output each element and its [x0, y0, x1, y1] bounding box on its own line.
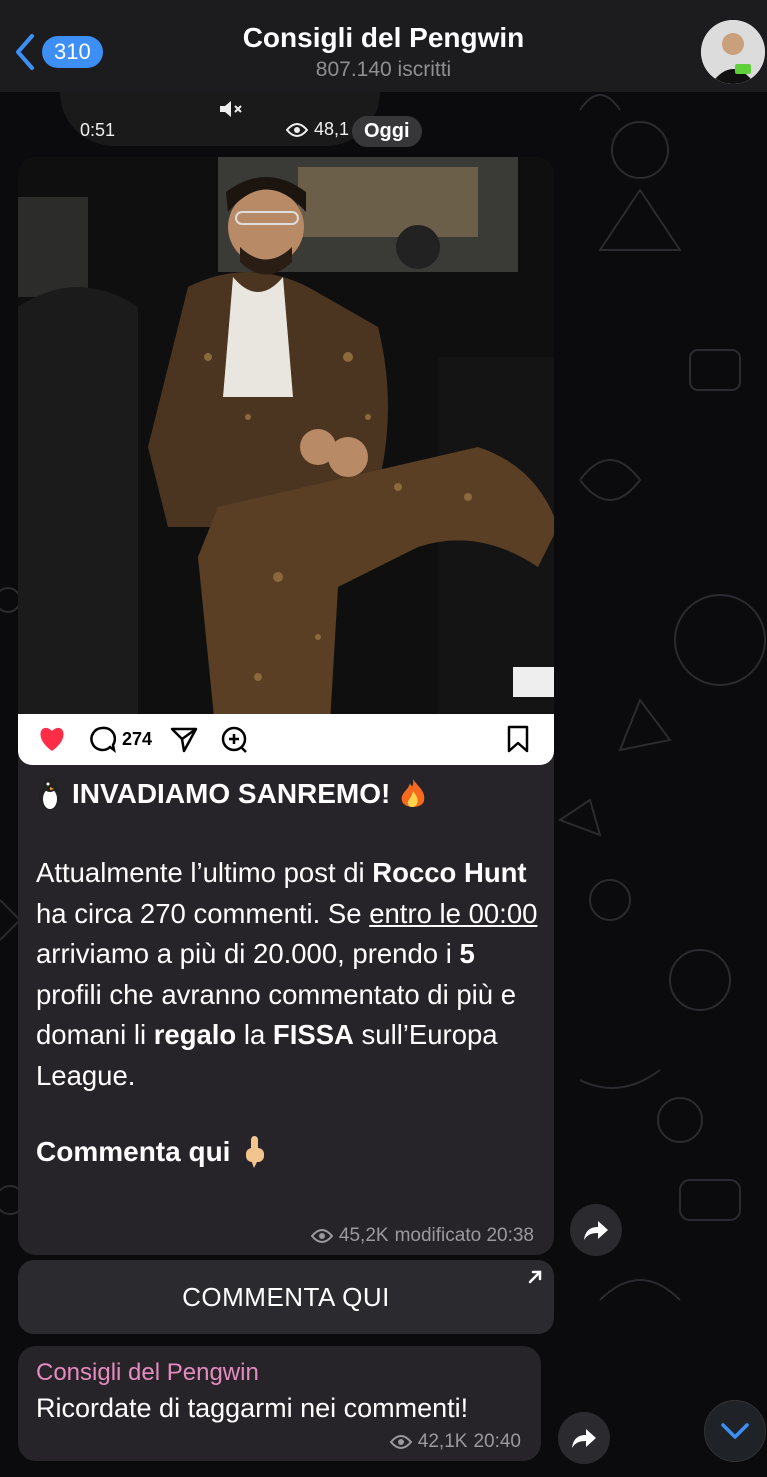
- second-post-time: 20:40: [473, 1431, 521, 1452]
- post-meta: 45,2K modificato 20:38: [310, 1225, 534, 1247]
- comment-icon[interactable]: [88, 725, 116, 753]
- forward-button-2[interactable]: [558, 1412, 610, 1464]
- second-post-author: Consigli del Pengwin: [36, 1359, 259, 1386]
- paragraph-segment: la: [236, 1019, 273, 1050]
- scroll-down-button[interactable]: [704, 1400, 766, 1462]
- second-post-views: 42,1K: [417, 1431, 468, 1452]
- chat-header: 310 Consigli del Pengwin 807.140 iscritt…: [0, 0, 767, 92]
- channel-avatar[interactable]: [701, 20, 765, 84]
- send-icon[interactable]: [170, 725, 198, 753]
- channel-title: Consigli del Pengwin: [242, 22, 525, 53]
- video-duration: 0:51: [80, 120, 116, 140]
- external-arrow-icon: [528, 1270, 542, 1284]
- post-photo[interactable]: [18, 157, 554, 714]
- post-views: 45,2K: [338, 1225, 389, 1246]
- subscriber-count: 807.140 iscritti: [315, 58, 452, 81]
- fire-icon: [402, 779, 425, 807]
- bookmark-icon[interactable]: [506, 725, 530, 753]
- chevron-down-icon: [721, 1423, 749, 1439]
- heart-icon[interactable]: [36, 725, 68, 753]
- post-text: INVADIAMO SANREMO! Attualmente l’ultimo …: [36, 777, 546, 1170]
- eye-icon: [286, 122, 308, 137]
- pointing-down-icon: [246, 1136, 265, 1168]
- paragraph-segment: regalo: [153, 1019, 237, 1050]
- instagram-comment-count: 274: [122, 729, 153, 749]
- comment-here-button[interactable]: COMMENTA QUI: [18, 1260, 554, 1334]
- second-post-bubble[interactable]: Consigli del Pengwin Ricordate di taggar…: [18, 1346, 541, 1461]
- second-post-text: Ricordate di taggarmi nei commenti!: [36, 1393, 469, 1423]
- post-cta: Commenta qui: [36, 1134, 546, 1170]
- previous-views-count: 48,1: [314, 119, 350, 139]
- post-edited-time: modificato 20:38: [394, 1225, 534, 1246]
- paragraph-segment: 5: [459, 938, 475, 969]
- paragraph-segment: Rocco Hunt: [372, 857, 527, 888]
- instagram-action-bar: 274: [18, 714, 554, 765]
- second-post-meta: 42,1K 20:40: [389, 1431, 521, 1453]
- eye-icon: [389, 1435, 412, 1449]
- paragraph-segment: arriviamo a più di 20.000, prendo i: [36, 938, 460, 969]
- post-bubble[interactable]: 274 INVADIAMO SANREMO! Attualmente l’ult…: [18, 157, 554, 1255]
- forward-button[interactable]: [570, 1204, 622, 1256]
- previous-views: 48,1: [286, 119, 349, 140]
- headline-text: INVADIAMO SANREMO!: [72, 778, 391, 809]
- paragraph-segment: FISSA: [272, 1019, 354, 1050]
- mute-icon[interactable]: [218, 98, 244, 120]
- date-separator: Oggi: [352, 116, 422, 147]
- paragraph-segment: ha circa 270 commenti. Se: [36, 897, 370, 929]
- channel-info[interactable]: Consigli del Pengwin 807.140 iscritti: [0, 22, 767, 82]
- forward-icon: [572, 1429, 596, 1448]
- post-paragraph: Attualmente l’ultimo post di Rocco Hunt …: [36, 853, 546, 1096]
- comment-here-label: COMMENTA QUI: [182, 1281, 390, 1312]
- post-headline: INVADIAMO SANREMO!: [36, 777, 546, 811]
- penguin-icon: [39, 778, 61, 810]
- paragraph-segment: Attualmente l’ultimo post di: [36, 857, 373, 888]
- forward-icon: [584, 1221, 608, 1240]
- paragraph-segment: entro le 00:00: [369, 897, 538, 929]
- eye-icon: [310, 1229, 333, 1243]
- cta-text: Commenta qui: [36, 1136, 231, 1167]
- add-comment-icon[interactable]: [220, 725, 250, 755]
